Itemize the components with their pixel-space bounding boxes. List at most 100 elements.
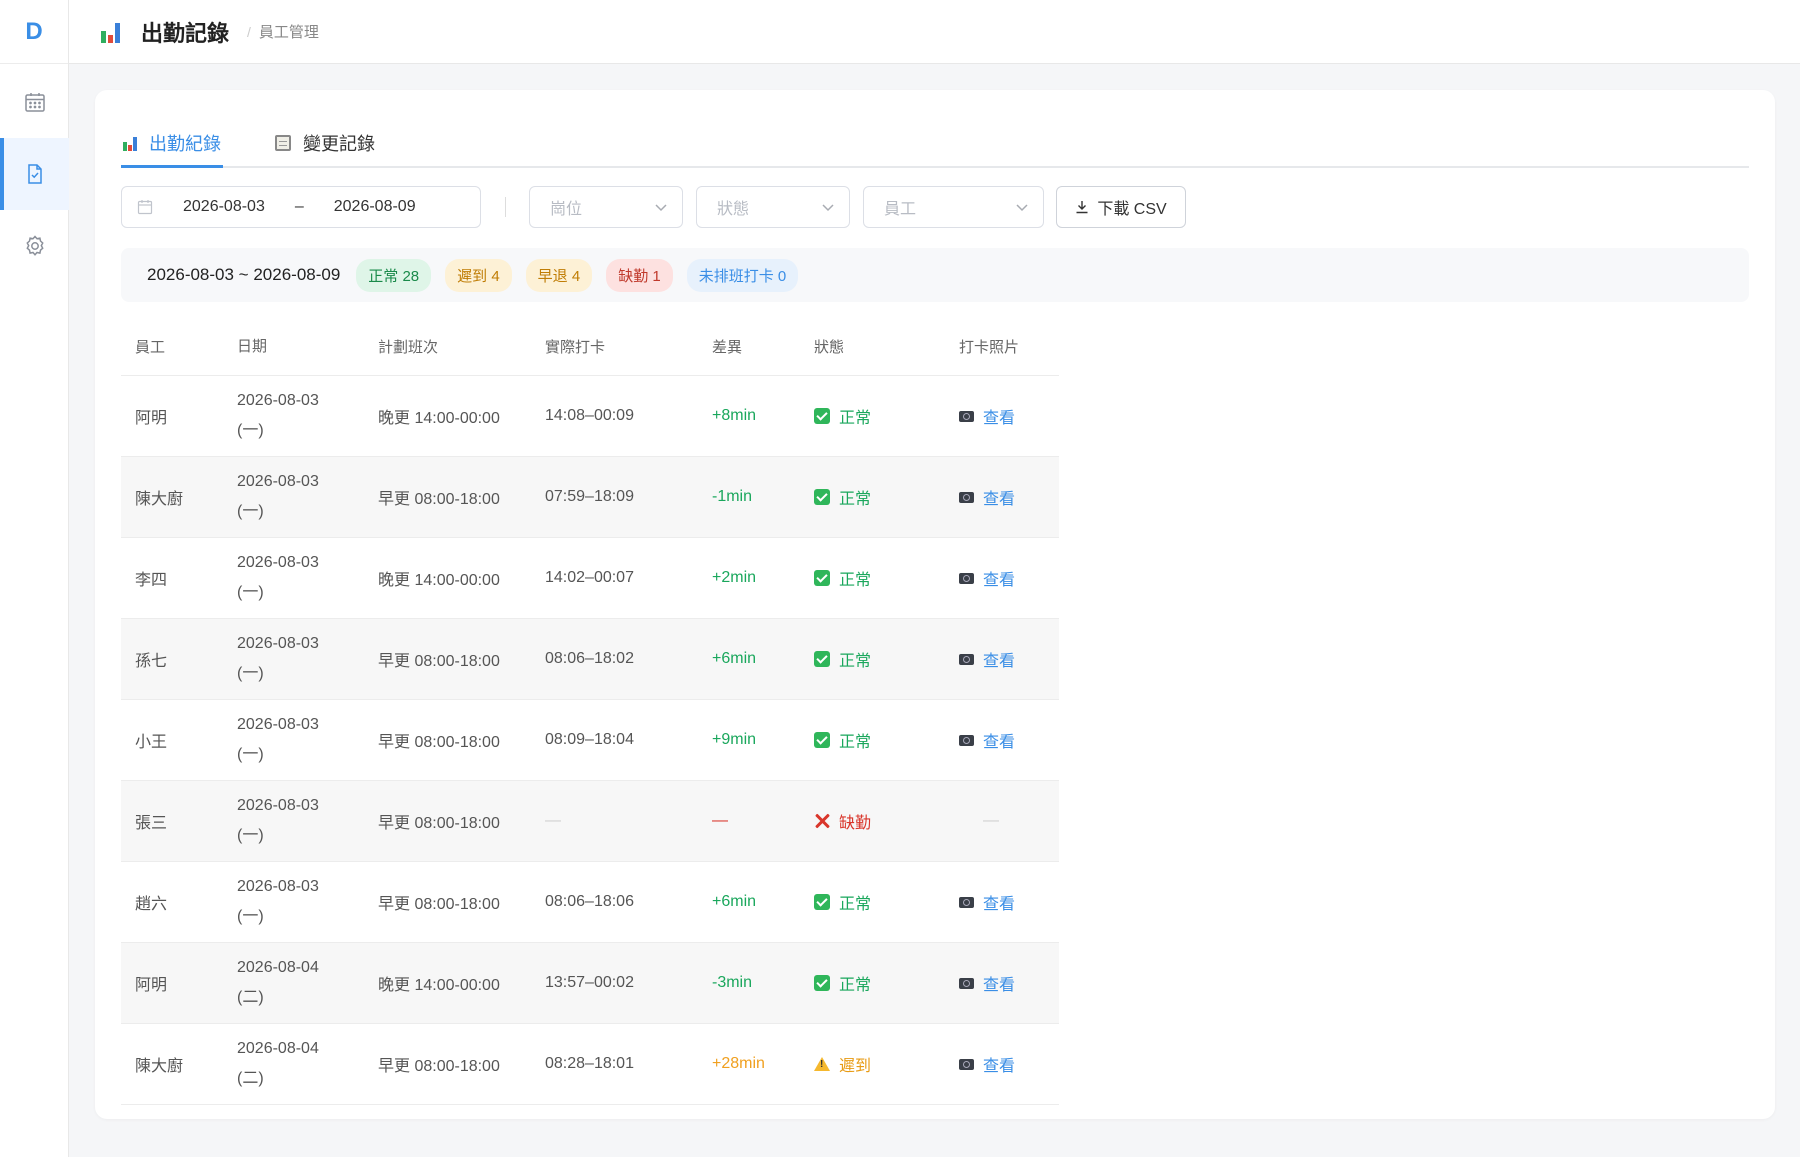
column-header: 狀態: [814, 339, 845, 356]
planned-shift: 早更 08:00-18:00: [378, 815, 500, 832]
employee-name: 陳大廚: [135, 1058, 184, 1075]
view-photo-link[interactable]: 查看: [983, 485, 1015, 509]
calendar-icon: [137, 200, 153, 215]
tab-bar: 出勤紀錄 變更記錄: [121, 120, 1749, 168]
badge-normal: 正常 28: [356, 258, 432, 292]
time-diff: -3min: [712, 974, 753, 991]
position-select[interactable]: 崗位: [529, 186, 683, 228]
status-label: 遲到: [839, 1058, 872, 1075]
table-row: 阿明 2026-08-03 (一) 晚更 14:00-00:00 14:08–00…: [121, 376, 1059, 457]
view-photo-link[interactable]: 查看: [983, 566, 1015, 590]
weekday: (一): [237, 503, 264, 520]
actual-punch: 07:59–18:09: [545, 488, 634, 505]
chevron-down-icon: [655, 204, 667, 212]
download-csv-button[interactable]: 下載 CSV: [1056, 186, 1186, 228]
employee-name: 小王: [135, 734, 168, 751]
weekday: (二): [237, 1070, 264, 1087]
calendar-icon: [24, 93, 45, 112]
photo-link[interactable]: 查看: [959, 1052, 1059, 1076]
filter-bar: 2026-08-03 – 2026-08-09 崗位 狀態 員工 下載 CSV: [121, 186, 1749, 228]
date-end-field[interactable]: 2026-08-09: [334, 198, 416, 216]
sidebar-item-settings[interactable]: [0, 210, 69, 282]
photo-link[interactable]: 查看: [959, 647, 1059, 671]
view-photo-link[interactable]: 查看: [983, 728, 1015, 752]
app-logo[interactable]: D: [0, 0, 68, 64]
status-label: 正常: [839, 410, 872, 427]
planned-shift: 晚更 14:00-00:00: [378, 977, 500, 994]
camera-icon: [959, 1058, 974, 1070]
download-icon: [1076, 201, 1088, 214]
date-range-picker[interactable]: 2026-08-03 – 2026-08-09: [121, 186, 481, 228]
time-diff: +9min: [712, 731, 757, 748]
actual-punch: 13:57–00:02: [545, 974, 634, 991]
download-csv-label: 下載 CSV: [1097, 201, 1167, 218]
table-row: 孫七 2026-08-03 (一) 早更 08:00-18:00 08:06–18…: [121, 619, 1059, 700]
planned-shift: 早更 08:00-18:00: [378, 491, 500, 508]
check-icon: [814, 975, 830, 991]
date: 2026-08-03: [237, 878, 319, 895]
status-label: 正常: [839, 572, 872, 589]
date-cell: 2026-08-03 (一): [237, 872, 378, 932]
position-placeholder: 崗位: [550, 201, 583, 218]
status-select[interactable]: 狀態: [696, 186, 850, 228]
check-icon: [814, 894, 830, 910]
employee-select[interactable]: 員工: [863, 186, 1044, 228]
bar-chart-icon: [123, 135, 139, 151]
status-label: 正常: [839, 734, 872, 751]
date: 2026-08-03: [237, 554, 319, 571]
status-label: 缺勤: [839, 815, 872, 832]
view-photo-link[interactable]: 查看: [983, 971, 1015, 995]
table-row: 張三 2026-08-03 (一) 早更 08:00-18:00 — — 缺勤 —: [121, 781, 1059, 862]
column-header: 日期: [237, 337, 268, 355]
status-placeholder: 狀態: [717, 201, 750, 218]
time-diff: +28min: [712, 1055, 765, 1072]
camera-icon: [959, 572, 974, 584]
actual-punch: 08:06–18:06: [545, 893, 634, 910]
breadcrumb[interactable]: 員工管理: [259, 21, 319, 42]
top-header: 出勤記錄 / 員工管理: [69, 0, 1800, 64]
time-diff: -1min: [712, 488, 753, 505]
tab-label: 出勤紀錄: [149, 133, 221, 154]
status-label: 正常: [839, 977, 872, 994]
attendance-table: 員工 日期 計劃班次 實際打卡 差異 狀態 打卡照片 阿明 2026-08-03…: [121, 318, 1059, 1105]
check-icon: [814, 651, 830, 667]
table-row: 陳大廚 2026-08-04 (二) 早更 08:00-18:00 08:28–1…: [121, 1024, 1059, 1105]
weekday: (一): [237, 827, 264, 844]
tab-attendance[interactable]: 出勤紀錄: [121, 120, 223, 168]
view-photo-link[interactable]: 查看: [983, 404, 1015, 428]
camera-icon: [959, 491, 974, 503]
status-cell: 正常: [814, 728, 959, 752]
actual-punch: 14:08–00:09: [545, 407, 634, 424]
photo-link[interactable]: 查看: [959, 485, 1059, 509]
check-icon: [814, 732, 830, 748]
tab-change-log[interactable]: 變更記錄: [273, 120, 377, 166]
planned-shift: 早更 08:00-18:00: [378, 653, 500, 670]
view-photo-link[interactable]: 查看: [983, 647, 1015, 671]
date-start-field[interactable]: 2026-08-03: [183, 198, 265, 216]
employee-name: 阿明: [135, 977, 168, 994]
camera-icon: [959, 896, 974, 908]
photo-link[interactable]: 查看: [959, 404, 1059, 428]
photo-link[interactable]: 查看: [959, 728, 1059, 752]
view-photo-link[interactable]: 查看: [983, 890, 1015, 914]
planned-shift: 早更 08:00-18:00: [378, 1058, 500, 1075]
photo-link[interactable]: 查看: [959, 566, 1059, 590]
date-cell: 2026-08-03 (一): [237, 710, 378, 770]
photo-link[interactable]: 查看: [959, 890, 1059, 914]
sidebar-item-attendance[interactable]: [0, 138, 69, 210]
view-photo-link[interactable]: 查看: [983, 1052, 1015, 1076]
column-header: 實際打卡: [545, 339, 606, 356]
photo-link[interactable]: 查看: [959, 971, 1059, 995]
check-icon: [814, 408, 830, 424]
check-icon: [814, 489, 830, 505]
actual-punch: —: [545, 812, 561, 829]
actual-punch: 08:28–18:01: [545, 1055, 634, 1072]
sidebar-item-schedule[interactable]: [0, 66, 69, 138]
main-card: 出勤紀錄 變更記錄 2026-08-03 – 2026-08-09 崗位 狀態 …: [95, 90, 1775, 1119]
breadcrumb-separator: /: [247, 23, 251, 40]
photo-cell: —: [959, 812, 1059, 830]
summary-range: 2026-08-03 ~ 2026-08-09: [147, 265, 341, 284]
page-title: 出勤記錄: [141, 20, 230, 46]
document-check-icon: [27, 164, 42, 184]
status-cell: 正常: [814, 566, 959, 590]
